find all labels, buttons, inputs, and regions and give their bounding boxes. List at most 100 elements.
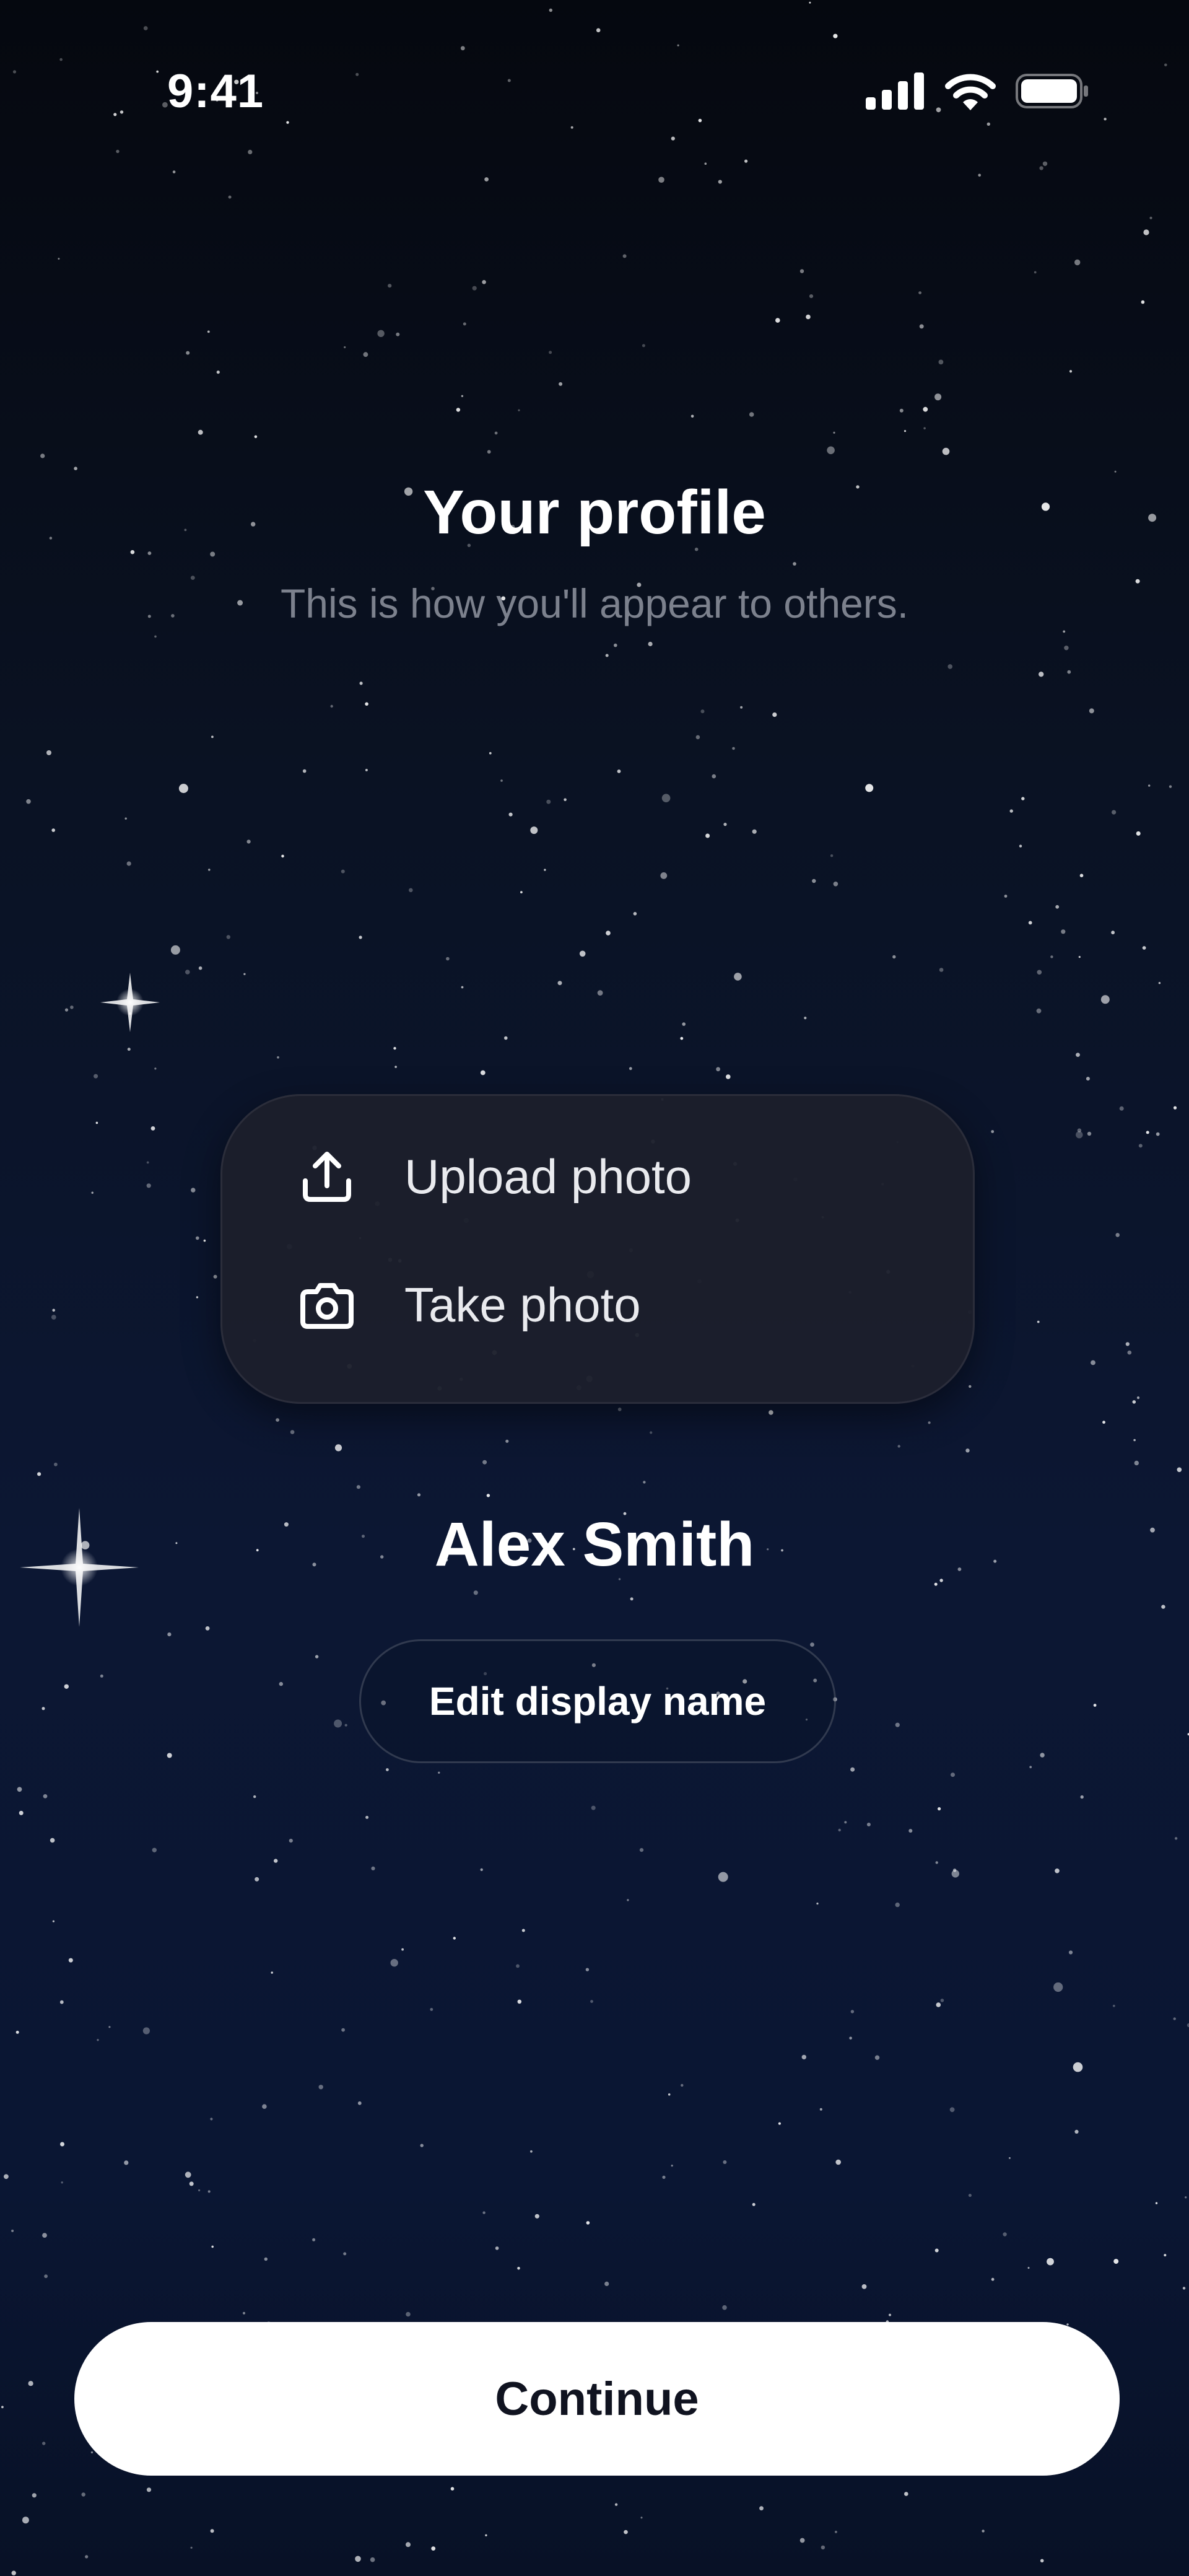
star-dot bbox=[718, 180, 722, 184]
star-dot bbox=[951, 1772, 955, 1777]
star-dot bbox=[365, 769, 368, 771]
star-dot bbox=[279, 1681, 283, 1686]
star-dot bbox=[861, 2284, 867, 2289]
star-dot bbox=[680, 1036, 684, 1040]
star-dot bbox=[908, 1829, 913, 1833]
star-dot bbox=[940, 1999, 944, 2002]
star-dot bbox=[15, 2030, 19, 2034]
photo-options-menu: Upload photo Take photo bbox=[220, 1094, 975, 1404]
star-dot bbox=[1091, 1360, 1095, 1365]
star-dot bbox=[124, 2160, 129, 2165]
star-dot bbox=[12, 70, 17, 74]
star-dot bbox=[830, 854, 834, 857]
star-dot bbox=[453, 1937, 456, 1940]
star-dot bbox=[1115, 1233, 1120, 1237]
upload-photo-option[interactable]: Upload photo bbox=[222, 1124, 977, 1229]
star-dot bbox=[662, 2175, 666, 2179]
star-dot bbox=[1141, 300, 1145, 304]
star-dot bbox=[1040, 2559, 1044, 2563]
star-dot bbox=[892, 955, 896, 959]
star-dot bbox=[370, 2557, 375, 2562]
star-dot bbox=[246, 839, 251, 844]
star-dot bbox=[534, 2214, 539, 2219]
star-dot bbox=[341, 869, 345, 874]
star-dot bbox=[172, 170, 176, 173]
page-title: Your profile bbox=[423, 478, 766, 547]
star-dot bbox=[947, 664, 952, 669]
star-dot bbox=[874, 2055, 880, 2060]
star-dot bbox=[1034, 271, 1037, 274]
star-dot bbox=[70, 1005, 74, 1009]
star-dot bbox=[833, 882, 838, 887]
star-dot bbox=[371, 1866, 375, 1870]
star-dot bbox=[357, 2101, 362, 2105]
star-dot bbox=[752, 2202, 756, 2206]
star-dot bbox=[934, 393, 942, 401]
star-dot bbox=[809, 1, 811, 4]
star-dot bbox=[1158, 982, 1161, 984]
star-dot bbox=[485, 2534, 487, 2536]
star-dot bbox=[264, 2257, 268, 2261]
star-dot bbox=[11, 2229, 14, 2232]
star-dot bbox=[463, 322, 466, 326]
star-dot bbox=[969, 1385, 972, 1388]
display-name: Alex Smith bbox=[434, 1510, 755, 1579]
star-dot bbox=[226, 935, 230, 939]
star-dot bbox=[677, 44, 679, 46]
star-dot bbox=[899, 408, 904, 413]
star-dot bbox=[28, 2381, 33, 2386]
star-dot bbox=[1089, 708, 1094, 714]
star-dot bbox=[1080, 1795, 1084, 1799]
take-photo-option[interactable]: Take photo bbox=[222, 1252, 977, 1357]
star-dot bbox=[978, 173, 981, 177]
star-dot bbox=[126, 861, 131, 866]
star-dot bbox=[516, 1964, 520, 1968]
star-dot bbox=[809, 294, 814, 299]
edit-display-name-button[interactable]: Edit display name bbox=[359, 1639, 836, 1763]
star-dot bbox=[1019, 844, 1022, 848]
star-dot bbox=[1027, 2267, 1030, 2269]
star-dot bbox=[833, 431, 835, 434]
star-dot bbox=[446, 957, 450, 961]
star-dot bbox=[938, 359, 944, 365]
star-dot bbox=[386, 1768, 389, 1771]
star-dot bbox=[365, 1816, 369, 1819]
star-dot bbox=[1146, 1131, 1149, 1134]
star-dot bbox=[377, 330, 385, 337]
star-dot bbox=[341, 2028, 345, 2032]
star-dot bbox=[1111, 931, 1115, 935]
star-dot bbox=[277, 1056, 279, 1059]
star-dot bbox=[170, 945, 180, 955]
star-dot bbox=[37, 1472, 41, 1476]
star-dot bbox=[494, 431, 498, 435]
star-dot bbox=[1164, 63, 1167, 67]
star-dot bbox=[388, 284, 392, 288]
star-dot bbox=[198, 2189, 201, 2192]
status-icons bbox=[866, 69, 1090, 113]
star-dot bbox=[146, 1161, 149, 1164]
star-dot bbox=[42, 2233, 47, 2238]
star-dot bbox=[732, 747, 735, 750]
star-dot bbox=[211, 735, 214, 738]
star-dot bbox=[1134, 1460, 1139, 1466]
star-dot bbox=[281, 854, 284, 858]
star-dot bbox=[207, 330, 210, 333]
star-dot bbox=[895, 1722, 900, 1727]
star-dot bbox=[97, 2039, 99, 2041]
star-dot bbox=[46, 750, 51, 755]
star-dot bbox=[1133, 1439, 1136, 1442]
star-dot bbox=[668, 2093, 671, 2096]
star-dot bbox=[1143, 229, 1149, 235]
star-dot bbox=[1169, 785, 1172, 788]
star-dot bbox=[938, 1807, 941, 1811]
star-dot bbox=[934, 1582, 938, 1586]
star-dot bbox=[203, 1239, 206, 1242]
star-dot bbox=[1076, 1131, 1083, 1139]
star-dot bbox=[1067, 670, 1071, 674]
continue-button[interactable]: Continue bbox=[74, 2322, 1120, 2476]
star-dot bbox=[585, 1968, 590, 1971]
star-dot bbox=[517, 2267, 520, 2270]
star-dot bbox=[59, 58, 63, 61]
star-dot bbox=[315, 1655, 319, 1658]
star-dot bbox=[722, 2305, 727, 2310]
